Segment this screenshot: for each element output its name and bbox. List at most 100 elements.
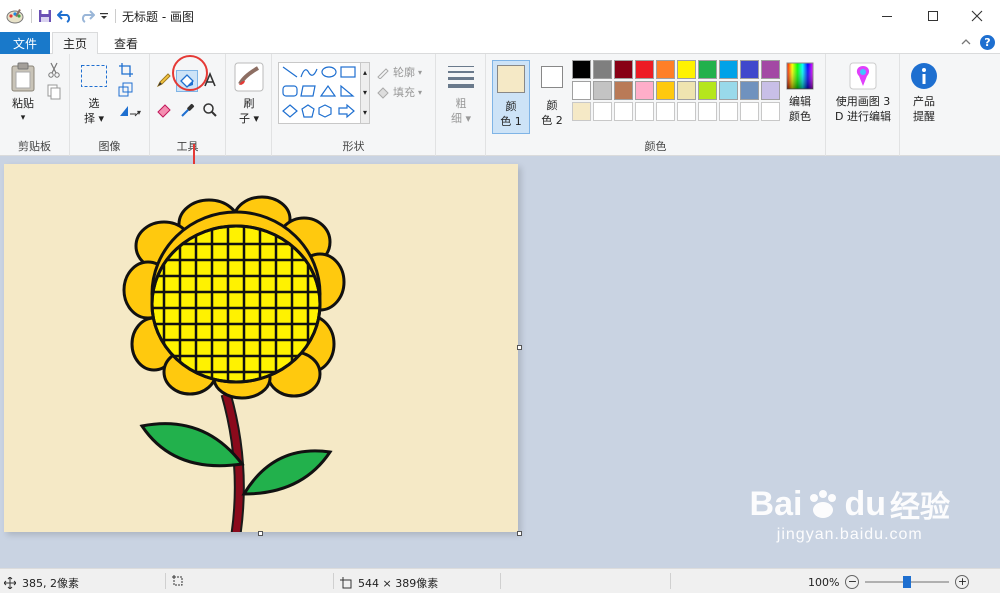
- ribbon: 粘贴 ▾ 剪贴板 选 择 ▾ ▾ 图像 工具 刷 子 ▾ ▴ ▾ ▾ 轮廓 ▾ …: [0, 54, 1000, 156]
- palette-swatch[interactable]: [635, 60, 654, 79]
- watermark-cn: 经验: [890, 491, 950, 524]
- palette-swatch[interactable]: [572, 81, 591, 100]
- save-icon[interactable]: [36, 6, 54, 26]
- zoom-in-icon[interactable]: +: [955, 575, 970, 589]
- group-paint3d: 使用画图 3 D 进行编辑: [826, 54, 900, 156]
- palette-swatch[interactable]: [761, 81, 780, 100]
- tab-file[interactable]: 文件: [0, 32, 50, 54]
- group-shapes: ▴ ▾ ▾ 轮廓 ▾ 填充 ▾ 形状: [272, 54, 436, 156]
- select-button[interactable]: 选 择 ▾: [78, 64, 110, 126]
- palette-empty-swatch[interactable]: [593, 102, 612, 121]
- selection-size: [172, 575, 184, 587]
- palette-swatch[interactable]: [719, 81, 738, 100]
- clipboard-icon: [11, 62, 35, 92]
- brushes-label-2-text: 子: [238, 112, 250, 125]
- maximize-icon: [928, 11, 938, 21]
- palette-empty-swatch[interactable]: [677, 102, 696, 121]
- color-palette: [572, 60, 782, 124]
- color2-label-2: 色 2: [541, 114, 563, 127]
- palette-swatch[interactable]: [593, 60, 612, 79]
- palette-empty-swatch[interactable]: [719, 102, 738, 121]
- outline-button[interactable]: 轮廓 ▾: [376, 64, 422, 80]
- watermark-url: jingyan.baidu.com: [776, 526, 923, 543]
- palette-swatch[interactable]: [572, 60, 591, 79]
- minimize-button[interactable]: [864, 0, 910, 32]
- palette-empty-swatch[interactable]: [761, 102, 780, 121]
- status-separator-2: [333, 573, 334, 589]
- palette-custom-swatch[interactable]: [572, 102, 591, 121]
- canvas-resize-handle-corner[interactable]: [517, 531, 522, 536]
- close-button[interactable]: [954, 0, 1000, 32]
- palette-swatch[interactable]: [698, 60, 717, 79]
- palette-swatch[interactable]: [635, 81, 654, 100]
- palette-swatch[interactable]: [656, 81, 675, 100]
- canvas-size: 544 × 389像素: [340, 575, 438, 591]
- shapes-scroll[interactable]: ▴ ▾ ▾: [360, 62, 370, 124]
- canvas-resize-handle-bottom[interactable]: [258, 531, 263, 536]
- palette-swatch[interactable]: [677, 60, 696, 79]
- cursor-position: 385, 2像素: [4, 575, 79, 591]
- palette-swatch[interactable]: [740, 60, 759, 79]
- rotate-icon[interactable]: ▾: [118, 102, 142, 118]
- baidu-paw-icon: [810, 490, 837, 518]
- tab-home[interactable]: 主页: [52, 32, 98, 55]
- resize-icon[interactable]: [118, 82, 134, 98]
- palette-swatch[interactable]: [719, 60, 738, 79]
- paste-dropdown-arrow: ▾: [20, 113, 26, 123]
- title-bar: 无标题 - 画图: [0, 0, 1000, 32]
- palette-empty-swatch[interactable]: [635, 102, 654, 121]
- palette-swatch[interactable]: [614, 60, 633, 79]
- zoom-slider-thumb[interactable]: [903, 576, 912, 588]
- maximize-button[interactable]: [910, 0, 956, 32]
- customize-qa-dropdown-icon[interactable]: [98, 6, 110, 26]
- edit-colors-button[interactable]: 编辑 颜色: [782, 62, 818, 124]
- paste-button[interactable]: 粘贴 ▾: [6, 62, 40, 126]
- edit-colors-label-2: 颜色: [789, 110, 811, 123]
- palette-empty-swatch[interactable]: [740, 102, 759, 121]
- palette-swatch[interactable]: [677, 81, 696, 100]
- copy-icon[interactable]: [46, 84, 62, 100]
- canvas-size-text: 544 × 389像素: [358, 577, 439, 590]
- select-rectangle-icon: [81, 65, 107, 87]
- image-group-label: 图像: [98, 140, 121, 153]
- color-picker-icon[interactable]: [180, 102, 196, 118]
- palette-swatch[interactable]: [593, 81, 612, 100]
- undo-icon[interactable]: [56, 6, 74, 26]
- palette-empty-swatch[interactable]: [614, 102, 633, 121]
- zoom-slider[interactable]: [865, 576, 950, 588]
- palette-swatch[interactable]: [761, 60, 780, 79]
- palette-swatch[interactable]: [698, 81, 717, 100]
- magnifier-icon[interactable]: [202, 102, 218, 118]
- color2-button[interactable]: 颜 色 2: [534, 60, 570, 128]
- status-separator-3: [500, 573, 501, 589]
- canvas-resize-handle-right[interactable]: [517, 345, 522, 350]
- palette-empty-swatch[interactable]: [656, 102, 675, 121]
- size-label-1: 粗: [455, 97, 467, 110]
- redo-icon[interactable]: [78, 6, 96, 26]
- size-label-2-text: 细: [450, 112, 462, 125]
- palette-swatch[interactable]: [614, 81, 633, 100]
- tab-view[interactable]: 查看: [104, 32, 148, 55]
- edit-with-paint3d-button[interactable]: 使用画图 3 D 进行编辑: [828, 62, 898, 124]
- cut-icon[interactable]: [46, 62, 62, 78]
- product-alert-button[interactable]: 产品 提醒: [906, 62, 942, 124]
- paint-app-icon[interactable]: [4, 6, 26, 26]
- eraser-icon[interactable]: [156, 102, 172, 118]
- fill-icon: [377, 87, 389, 99]
- size-button[interactable]: 粗 细 ▾: [444, 64, 478, 126]
- crop-icon[interactable]: [118, 62, 134, 78]
- svg-text:▾: ▾: [137, 108, 141, 117]
- help-icon[interactable]: ?: [980, 35, 995, 50]
- brushes-button[interactable]: 刷 子 ▾: [232, 62, 266, 126]
- status-bar: 385, 2像素 544 × 389像素 100% − +: [0, 568, 1000, 593]
- paint3d-label-1: 使用画图 3: [835, 95, 891, 108]
- shapes-gallery[interactable]: [278, 62, 368, 124]
- color1-button[interactable]: 颜 色 1: [492, 60, 530, 134]
- zoom-out-icon[interactable]: −: [845, 575, 860, 589]
- palette-empty-swatch[interactable]: [698, 102, 717, 121]
- palette-swatch[interactable]: [656, 60, 675, 79]
- drawing-canvas[interactable]: [4, 164, 518, 532]
- fill-button[interactable]: 填充 ▾: [376, 84, 422, 100]
- collapse-ribbon-icon[interactable]: [960, 36, 972, 51]
- palette-swatch[interactable]: [740, 81, 759, 100]
